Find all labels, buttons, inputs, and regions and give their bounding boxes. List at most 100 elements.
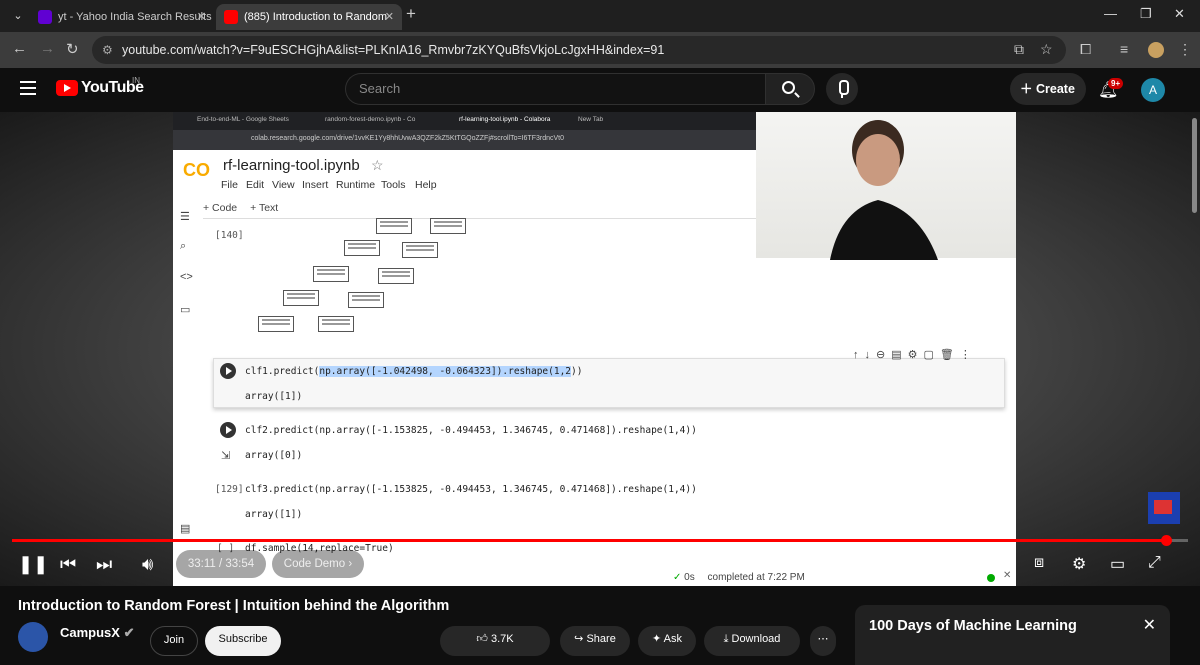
install-icon[interactable]: ⧉ [1014, 41, 1024, 58]
chapter-button[interactable]: Code Demo › [272, 550, 364, 578]
volume-icon[interactable]: 🔊︎ [142, 554, 153, 575]
status-time: 0s [684, 572, 695, 583]
close-window-button[interactable]: ✕ [1174, 6, 1185, 22]
menu-item: Edit [246, 179, 265, 191]
status-done: completed at 7:22 PM [707, 572, 805, 583]
bookmark-star-icon[interactable]: ☆ [1040, 41, 1053, 58]
tab-youtube[interactable]: (885) Introduction to Random ✕ [216, 4, 402, 30]
corner-thumbnail [1148, 492, 1180, 524]
video-title: Introduction to Random Forest | Intuitio… [18, 598, 450, 614]
ask-button[interactable]: ✦ Ask [638, 626, 696, 656]
new-tab-button[interactable]: + [406, 4, 416, 24]
video-tab: rf-learning-tool.ipynb - Colabora [459, 116, 551, 123]
colab-toolbar: + Code + Text [203, 202, 278, 214]
channel-avatar[interactable] [18, 622, 48, 652]
menu-item: Insert [302, 179, 329, 191]
video-url: colab.research.google.com/drive/1vvKE1Yy… [251, 135, 564, 142]
like-count: 3.7K [490, 633, 514, 645]
tab-search-button[interactable]: ⌄ [8, 7, 28, 25]
menu-item: Runtime [336, 179, 376, 191]
url-text: youtube.com/watch?v=F9uESCHGjhA&list=PLK… [122, 43, 665, 57]
previous-button[interactable]: ⏮︎ [60, 554, 76, 575]
back-icon[interactable]: ← [12, 40, 27, 57]
chapter-label: Code Demo [283, 558, 346, 570]
download-button[interactable]: ⤓ Download [704, 626, 800, 656]
colab-status: ✓ 0s completed at 7:22 PM [673, 572, 805, 583]
site-info-icon[interactable]: ⚙ [102, 36, 113, 64]
create-label: Create [1035, 82, 1075, 96]
code-highlight: np.array([-1.042498, -0.064323]).reshape… [319, 366, 572, 377]
subtitles-icon[interactable]: ⧈ [1034, 554, 1044, 572]
reload-icon[interactable]: ↻ [66, 40, 79, 58]
more-actions-icon[interactable]: ⋯ [810, 626, 836, 656]
code-snippets-icon: <> [180, 271, 193, 283]
share-button[interactable]: ↪ Share [560, 626, 630, 656]
youtube-logo-icon[interactable] [56, 80, 78, 96]
extensions-icon[interactable]: ⧠ [1080, 41, 1091, 58]
minimize-button[interactable]: — [1104, 6, 1117, 21]
menu-item: Tools [381, 179, 406, 191]
playlist-panel[interactable]: 100 Days of Machine Learning ✕ [855, 605, 1170, 665]
pause-button[interactable]: ❚❚ [18, 554, 48, 575]
add-code: + Code [203, 202, 238, 214]
close-icon: ✕ [1003, 570, 1012, 581]
account-avatar[interactable]: A [1141, 78, 1165, 102]
video-browser-tabs: End-to-end-ML - Google Sheets random-for… [173, 112, 756, 130]
menu-kebab-icon[interactable]: ⋮ [1178, 41, 1192, 58]
search-icon [782, 81, 795, 94]
runtime-status-dot [987, 574, 995, 582]
output-2: array([0]) [245, 450, 303, 461]
close-icon[interactable]: ✕ [197, 4, 206, 30]
url-field[interactable]: ⚙ youtube.com/watch?v=F9uESCHGjhA&list=P… [92, 36, 1066, 64]
voice-search-icon[interactable] [826, 73, 858, 105]
video-address-bar: colab.research.google.com/drive/1vvKE1Yy… [173, 130, 756, 150]
code-cell-2: clf2.predict(np.array([-1.153825, -0.494… [245, 425, 697, 436]
profile-avatar[interactable] [1148, 42, 1164, 58]
progress-bar[interactable] [12, 535, 1188, 546]
join-button[interactable]: Join [150, 626, 198, 656]
run-cell-icon [220, 422, 236, 438]
yahoo-icon [38, 10, 52, 24]
maximize-button[interactable]: ❐ [1140, 6, 1152, 22]
next-button[interactable]: ⏭︎ [96, 554, 112, 575]
verified-icon: ✔ [123, 625, 135, 640]
search-button[interactable] [765, 73, 815, 105]
video-tab: End-to-end-ML - Google Sheets [197, 116, 289, 123]
colab-search-icon: ⌕ [180, 240, 187, 252]
files-icon: ▭ [180, 304, 191, 316]
close-playlist-icon[interactable]: ✕ [1143, 615, 1156, 635]
tab-yahoo[interactable]: yt - Yahoo India Search Results ✕ [30, 4, 214, 30]
progress-scrubber[interactable] [1160, 535, 1172, 546]
forward-icon[interactable]: → [40, 40, 55, 57]
cell-count: [140] [215, 230, 244, 241]
presenter-image [830, 120, 938, 260]
settings-icon[interactable]: ⚙ [1072, 554, 1086, 574]
like-button[interactable]: 👍︎ 3.7K [440, 626, 550, 656]
theater-mode-icon[interactable]: ▭ [1110, 554, 1125, 574]
search-input[interactable]: Search [345, 73, 765, 105]
code-text: )) [571, 366, 583, 377]
create-button[interactable]: ＋ Create [1010, 73, 1086, 105]
code-cell-3: clf3.predict(np.array([-1.153825, -0.494… [245, 484, 697, 495]
ask-label: Ask [663, 633, 682, 645]
progress-fill [12, 539, 1166, 542]
menu-item: File [221, 179, 238, 191]
check-icon: ✓ [673, 572, 682, 583]
reading-list-icon[interactable]: ≡ [1120, 41, 1128, 57]
code-text: clf1.predict( [245, 366, 320, 377]
hamburger-menu-icon[interactable] [20, 81, 36, 95]
notification-badge: 9+ [1108, 78, 1124, 89]
playlist-title: 100 Days of Machine Learning [869, 618, 1077, 634]
fullscreen-icon[interactable]: ⤢ [1148, 554, 1161, 572]
scrollbar-thumb[interactable] [1192, 118, 1197, 213]
close-icon[interactable]: ✕ [385, 4, 394, 30]
command-palette-icon: ▤ [180, 523, 191, 535]
address-bar-row: ← → ↻ ⚙ youtube.com/watch?v=F9uESCHGjhA&… [0, 32, 1200, 68]
add-text: + Text [250, 202, 279, 214]
browser-tab-bar: ⌄ yt - Yahoo India Search Results ✕ (885… [0, 0, 1200, 32]
tab-title: yt - Yahoo India Search Results [58, 11, 212, 23]
country-code: IN [132, 76, 140, 85]
youtube-favicon-icon [224, 10, 238, 24]
colab-logo: CO [183, 160, 210, 180]
subscribe-button[interactable]: Subscribe [205, 626, 281, 656]
